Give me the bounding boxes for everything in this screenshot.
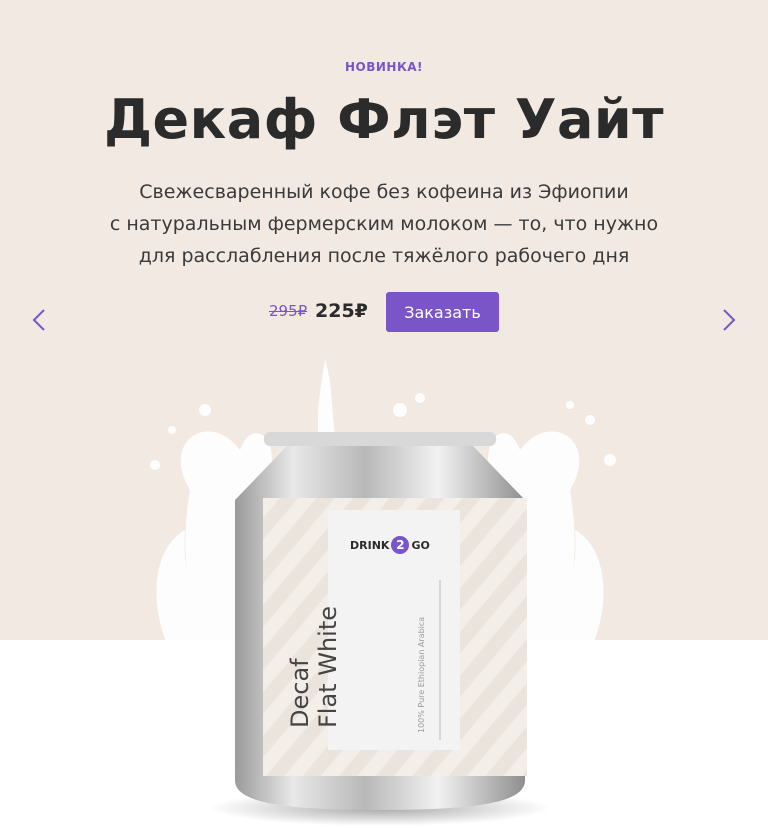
brand-right: GO xyxy=(411,538,430,552)
brand-left: DRINK xyxy=(350,538,390,552)
can-product-name: Decaf Flat White xyxy=(286,588,426,728)
description-line: Свежесваренный кофе без кофеина из Эфиоп… xyxy=(139,181,629,203)
product-description: Свежесваренный кофе без кофеина из Эфиоп… xyxy=(84,176,684,272)
can-name-line2: Flat White xyxy=(314,605,342,728)
chevron-left-icon xyxy=(32,309,45,331)
new-price: 225₽ xyxy=(315,300,368,322)
order-button[interactable]: Заказать xyxy=(386,292,499,332)
product-title: Декаф Флэт Уайт xyxy=(103,88,665,151)
can-subtitle: 100% Pure Ethiopian Arabica xyxy=(417,616,426,733)
new-badge: НОВИНКА! xyxy=(344,60,424,74)
brand-logo: 2 xyxy=(391,536,410,554)
description-line: с натуральным фермерским молоком — то, ч… xyxy=(109,213,659,235)
can-name-line1: Decaf xyxy=(286,658,314,728)
price-row: 295₽ 225₽ Заказать xyxy=(0,292,768,332)
old-price: 295₽ xyxy=(269,302,308,320)
can-brand: DRINK 2 GO xyxy=(350,536,440,554)
chevron-right-icon xyxy=(723,309,736,331)
carousel-next-button[interactable] xyxy=(716,308,740,332)
carousel-prev-button[interactable] xyxy=(28,308,52,332)
description-line: для расслабления после тяжёлого рабочего… xyxy=(138,245,630,267)
